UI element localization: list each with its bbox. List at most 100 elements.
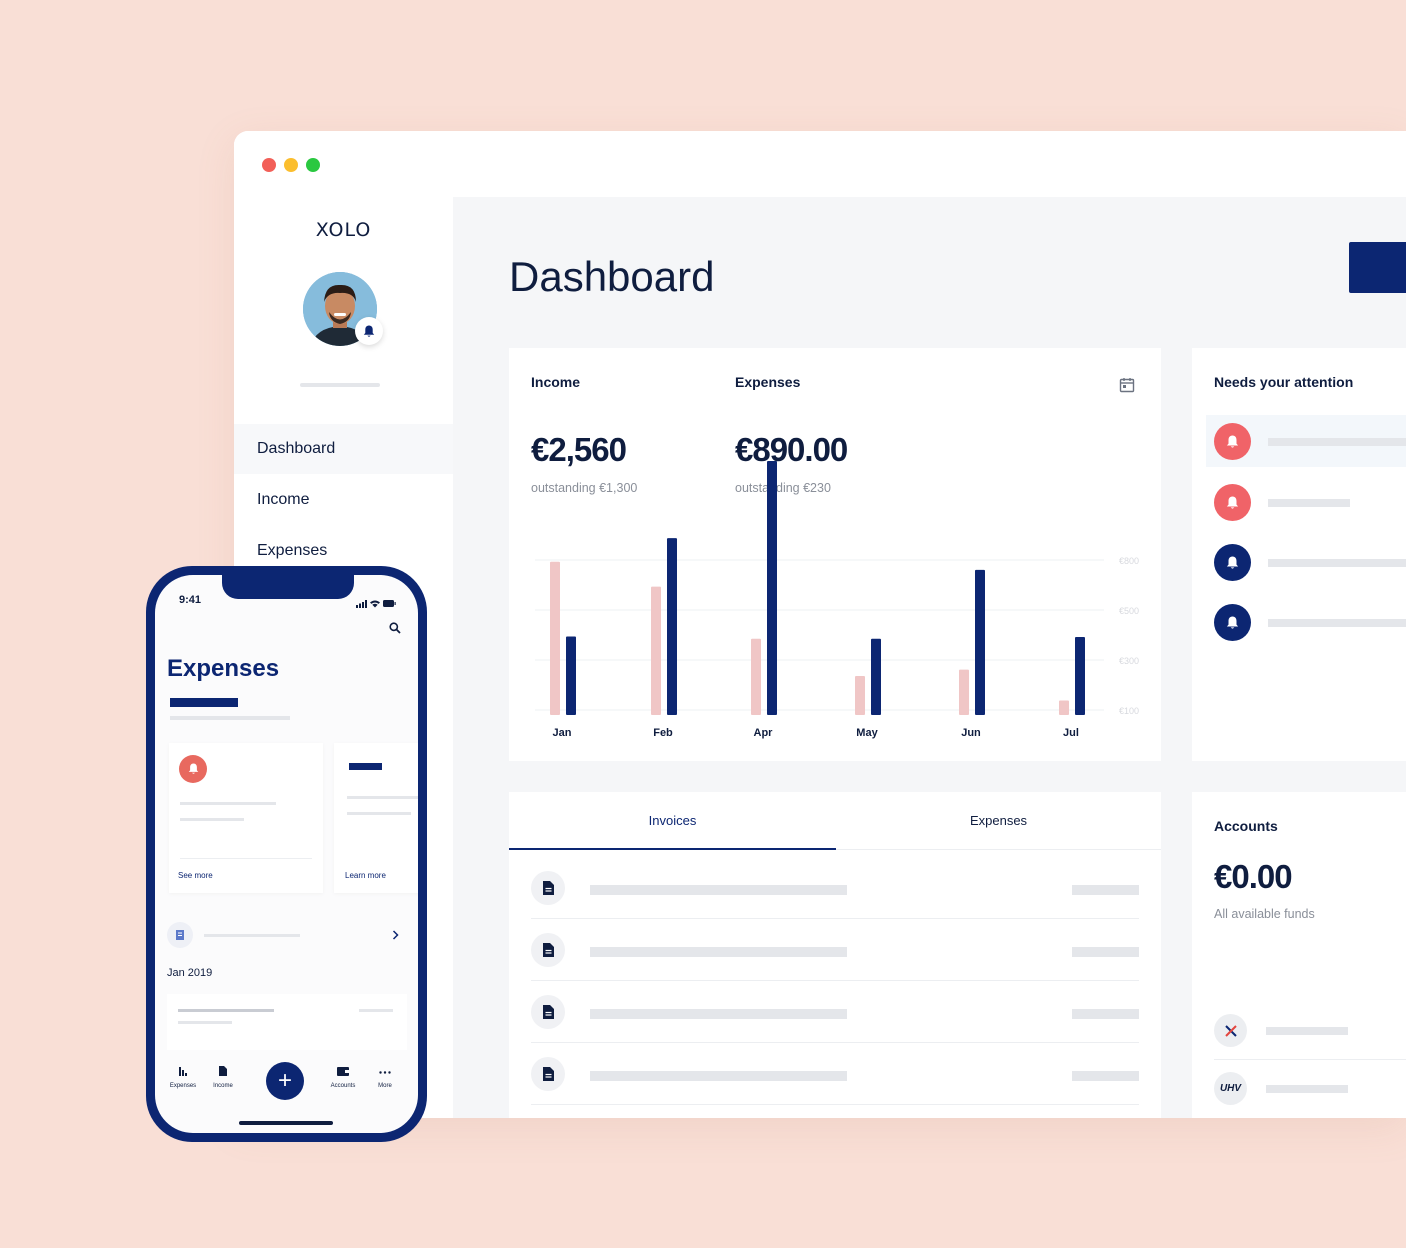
document-icon-circle (531, 933, 565, 967)
attention-item[interactable] (1206, 536, 1406, 588)
bar-apr-income[interactable] (751, 638, 761, 715)
account-name-placeholder (1266, 1085, 1348, 1093)
phone-list-row[interactable] (167, 920, 407, 950)
bar-apr-expenses[interactable] (767, 461, 777, 715)
bar-jul-expenses[interactable] (1075, 636, 1085, 715)
phone-nav-more[interactable]: More (371, 1071, 399, 1089)
card-heading-placeholder (349, 763, 382, 770)
account-name-placeholder (1266, 1027, 1348, 1035)
bar-feb-income[interactable] (651, 586, 661, 715)
maximize-window-button[interactable] (306, 158, 320, 172)
phone-subtitle-placeholder (170, 716, 290, 720)
phone-alert-card[interactable]: See more (169, 743, 323, 893)
x-tick-label: Jun (961, 727, 981, 739)
bank-logo: UHV (1214, 1072, 1247, 1105)
phone-notch (222, 575, 354, 599)
document-icon (219, 1066, 227, 1076)
sidebar-item-dashboard[interactable]: Dashboard (234, 424, 453, 474)
phone-date-heading: Jan 2019 (167, 967, 213, 979)
attention-item[interactable] (1206, 415, 1406, 467)
income-expenses-card: Income €2,560 outstanding €1,300 Expense… (509, 348, 1161, 761)
bank-logo (1214, 1014, 1247, 1047)
window-titlebar (234, 131, 1406, 197)
phone-info-card[interactable]: Learn more (334, 743, 418, 893)
bar-feb-expenses[interactable] (667, 538, 677, 715)
bar-jun-expenses[interactable] (975, 569, 985, 715)
tab-label: Expenses (969, 813, 1028, 828)
status-time: 9:41 (179, 594, 202, 606)
bell-icon (1226, 435, 1239, 448)
attention-text-placeholder (1268, 438, 1406, 446)
accounts-title: Accounts (1214, 818, 1278, 834)
bar-jul-income[interactable] (1059, 700, 1069, 715)
phone-nav-income[interactable]: Income (207, 1066, 239, 1089)
attention-title: Needs your attention (1214, 374, 1354, 390)
invoice-row[interactable] (531, 919, 1139, 981)
sidebar-item-label: Income (257, 491, 310, 508)
y-tick-label: €300 (1119, 656, 1139, 666)
x-tick-label: Apr (754, 727, 774, 739)
x-tick-label: Jul (1063, 727, 1079, 739)
tab-invoices[interactable]: Invoices (509, 792, 836, 850)
receipt-icon (176, 930, 184, 940)
invoice-amount-placeholder (1072, 885, 1139, 895)
attention-item[interactable] (1206, 476, 1406, 528)
invoice-row[interactable] (531, 1043, 1139, 1105)
phone-nav-expenses[interactable]: Expenses (167, 1067, 199, 1089)
attention-text-placeholder (1268, 619, 1406, 627)
document-icon (542, 943, 554, 957)
x-tick-label: Jan (553, 727, 572, 739)
attention-bell (1214, 544, 1251, 581)
bar-may-expenses[interactable] (871, 638, 881, 715)
phone-nav-accounts[interactable]: Accounts (325, 1067, 361, 1089)
minimize-window-button[interactable] (284, 158, 298, 172)
app-logo[interactable]: XOLO (234, 219, 453, 241)
accounts-note: All available funds (1214, 907, 1315, 921)
learn-more-link[interactable]: Learn more (345, 871, 386, 880)
invoice-row[interactable] (531, 857, 1139, 919)
search-button[interactable] (389, 621, 401, 639)
invoice-amount-placeholder (1072, 947, 1139, 957)
bar-jan-income[interactable] (550, 561, 560, 715)
avatar-notification-badge[interactable] (355, 317, 383, 345)
x-tick-label: May (856, 727, 878, 739)
phone-mockup: 9:41 Expenses See more Learn more Jan 20… (146, 566, 427, 1142)
see-more-link[interactable]: See more (178, 871, 213, 880)
close-window-button[interactable] (262, 158, 276, 172)
text-placeholder (180, 802, 276, 805)
invoice-row[interactable] (531, 981, 1139, 1043)
text-placeholder (178, 1021, 232, 1024)
sidebar-item-label: Dashboard (257, 440, 336, 457)
receipt-icon-circle (167, 922, 193, 948)
primary-action-button[interactable] (1349, 242, 1406, 293)
bar-may-income[interactable] (855, 675, 865, 715)
account-row[interactable] (1214, 1002, 1406, 1060)
user-name-placeholder (300, 383, 380, 387)
phone-screen: 9:41 Expenses See more Learn more Jan 20… (155, 575, 418, 1133)
bar-jun-income[interactable] (959, 669, 969, 715)
nav-label: Income (213, 1083, 233, 1089)
attention-card: Needs your attention (1192, 348, 1406, 761)
wallet-icon (337, 1067, 349, 1076)
bar-jan-expenses[interactable] (566, 636, 576, 715)
text-placeholder (180, 818, 244, 821)
sidebar-item-income[interactable]: Income (234, 475, 453, 525)
tab-expenses[interactable]: Expenses (836, 792, 1161, 850)
document-icon (542, 1067, 554, 1081)
y-tick-label: €500 (1119, 606, 1139, 616)
amount-placeholder (359, 1009, 393, 1012)
nav-label: More (378, 1083, 392, 1089)
nav-label: Accounts (330, 1083, 356, 1089)
text-placeholder (347, 796, 418, 799)
bell-icon (1226, 496, 1239, 509)
add-expense-button[interactable]: + (266, 1062, 304, 1100)
main-content: Dashboard Income €2,560 outstanding €1,3… (453, 197, 1406, 1118)
bar-chart: €800 €500 €300 €100 Jan Feb Apr May Jun Jul (535, 461, 1139, 739)
invoice-name-placeholder (590, 1009, 847, 1019)
attention-bell (1214, 604, 1251, 641)
bell-icon (1226, 556, 1239, 569)
more-dots-icon (379, 1071, 391, 1074)
account-row[interactable]: UHV (1214, 1060, 1406, 1118)
phone-transaction-row[interactable] (167, 994, 407, 1050)
attention-item[interactable] (1206, 596, 1406, 648)
